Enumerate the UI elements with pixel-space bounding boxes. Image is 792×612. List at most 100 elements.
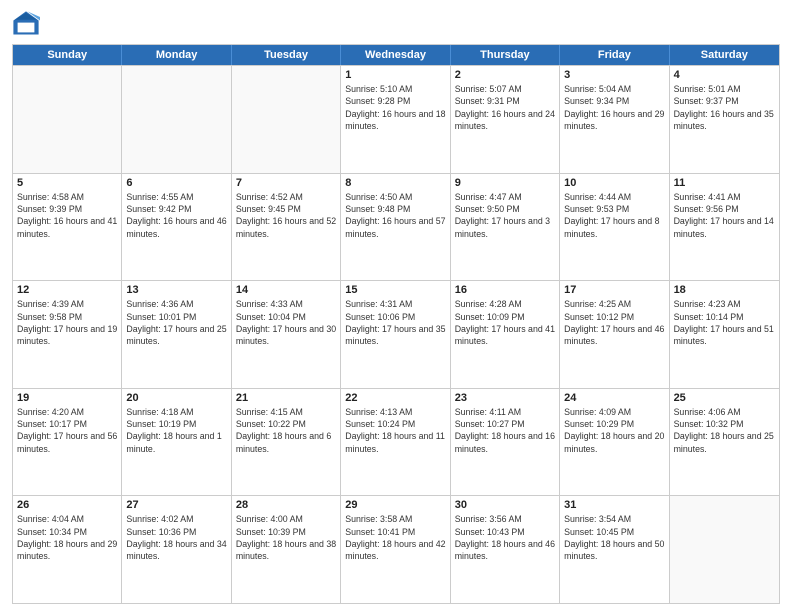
calendar-cell: 31 Sunrise: 3:54 AM Sunset: 10:45 PM Dayl… xyxy=(560,496,669,603)
day-number: 4 xyxy=(674,69,775,81)
calendar-cell: 22 Sunrise: 4:13 AM Sunset: 10:24 PM Dayl… xyxy=(341,389,450,496)
day-info: Sunrise: 4:06 AM Sunset: 10:32 PM Daylig… xyxy=(674,406,775,455)
day-info: Sunrise: 5:01 AM Sunset: 9:37 PM Dayligh… xyxy=(674,83,775,132)
calendar-cell: 28 Sunrise: 4:00 AM Sunset: 10:39 PM Dayl… xyxy=(232,496,341,603)
day-number: 24 xyxy=(564,392,664,404)
day-info: Sunrise: 4:25 AM Sunset: 10:12 PM Daylig… xyxy=(564,298,664,347)
day-info: Sunrise: 4:39 AM Sunset: 9:58 PM Dayligh… xyxy=(17,298,117,347)
day-info: Sunrise: 5:04 AM Sunset: 9:34 PM Dayligh… xyxy=(564,83,664,132)
day-number: 2 xyxy=(455,69,555,81)
day-info: Sunrise: 4:04 AM Sunset: 10:34 PM Daylig… xyxy=(17,513,117,562)
calendar-cell: 12 Sunrise: 4:39 AM Sunset: 9:58 PM Dayli… xyxy=(13,281,122,388)
calendar-row: 26 Sunrise: 4:04 AM Sunset: 10:34 PM Dayl… xyxy=(13,495,779,603)
day-number: 5 xyxy=(17,177,117,189)
day-info: Sunrise: 4:31 AM Sunset: 10:06 PM Daylig… xyxy=(345,298,445,347)
calendar-body: 1 Sunrise: 5:10 AM Sunset: 9:28 PM Daylig… xyxy=(13,65,779,603)
day-number: 20 xyxy=(126,392,226,404)
day-number: 15 xyxy=(345,284,445,296)
calendar-cell: 26 Sunrise: 4:04 AM Sunset: 10:34 PM Dayl… xyxy=(13,496,122,603)
day-number: 19 xyxy=(17,392,117,404)
weekday-header: Sunday xyxy=(13,45,122,65)
logo-icon xyxy=(12,10,40,38)
day-number: 27 xyxy=(126,499,226,511)
day-info: Sunrise: 4:36 AM Sunset: 10:01 PM Daylig… xyxy=(126,298,226,347)
calendar-cell: 9 Sunrise: 4:47 AM Sunset: 9:50 PM Daylig… xyxy=(451,174,560,281)
calendar-cell: 5 Sunrise: 4:58 AM Sunset: 9:39 PM Daylig… xyxy=(13,174,122,281)
day-number: 31 xyxy=(564,499,664,511)
day-number: 18 xyxy=(674,284,775,296)
calendar-cell: 24Sunrise: 4:09 AM Sunset: 10:29 PM Dayl… xyxy=(560,389,669,496)
day-info: Sunrise: 4:00 AM Sunset: 10:39 PM Daylig… xyxy=(236,513,336,562)
calendar-cell: 14Sunrise: 4:33 AM Sunset: 10:04 PM Dayl… xyxy=(232,281,341,388)
calendar-cell: 27 Sunrise: 4:02 AM Sunset: 10:36 PM Dayl… xyxy=(122,496,231,603)
calendar-cell: 23 Sunrise: 4:11 AM Sunset: 10:27 PM Dayl… xyxy=(451,389,560,496)
day-number: 22 xyxy=(345,392,445,404)
day-info: Sunrise: 4:52 AM Sunset: 9:45 PM Dayligh… xyxy=(236,191,336,240)
day-info: Sunrise: 4:23 AM Sunset: 10:14 PM Daylig… xyxy=(674,298,775,347)
day-number: 8 xyxy=(345,177,445,189)
calendar-row: 1 Sunrise: 5:10 AM Sunset: 9:28 PM Daylig… xyxy=(13,65,779,173)
day-number: 28 xyxy=(236,499,336,511)
calendar-cell: 19 Sunrise: 4:20 AM Sunset: 10:17 PM Dayl… xyxy=(13,389,122,496)
day-info: Sunrise: 4:18 AM Sunset: 10:19 PM Daylig… xyxy=(126,406,226,455)
day-info: Sunrise: 4:55 AM Sunset: 9:42 PM Dayligh… xyxy=(126,191,226,240)
calendar-cell xyxy=(232,66,341,173)
day-info: Sunrise: 4:11 AM Sunset: 10:27 PM Daylig… xyxy=(455,406,555,455)
day-number: 1 xyxy=(345,69,445,81)
logo xyxy=(12,10,44,38)
weekday-header: Wednesday xyxy=(341,45,450,65)
calendar-cell: 25 Sunrise: 4:06 AM Sunset: 10:32 PM Dayl… xyxy=(670,389,779,496)
day-number: 10 xyxy=(564,177,664,189)
calendar-cell: 11 Sunrise: 4:41 AM Sunset: 9:56 PM Dayli… xyxy=(670,174,779,281)
calendar-cell: 15 Sunrise: 4:31 AM Sunset: 10:06 PM Dayl… xyxy=(341,281,450,388)
weekday-header: Friday xyxy=(560,45,669,65)
calendar-cell: 20 Sunrise: 4:18 AM Sunset: 10:19 PM Dayl… xyxy=(122,389,231,496)
calendar-cell: 16Sunrise: 4:28 AM Sunset: 10:09 PM Dayl… xyxy=(451,281,560,388)
header xyxy=(12,10,780,38)
day-info: Sunrise: 4:58 AM Sunset: 9:39 PM Dayligh… xyxy=(17,191,117,240)
day-number: 11 xyxy=(674,177,775,189)
calendar-cell: 30 Sunrise: 3:56 AM Sunset: 10:43 PM Dayl… xyxy=(451,496,560,603)
day-number: 25 xyxy=(674,392,775,404)
day-number: 26 xyxy=(17,499,117,511)
day-number: 23 xyxy=(455,392,555,404)
weekday-header: Thursday xyxy=(451,45,560,65)
day-number: 17 xyxy=(564,284,664,296)
day-info: Sunrise: 3:56 AM Sunset: 10:43 PM Daylig… xyxy=(455,513,555,562)
day-number: 12 xyxy=(17,284,117,296)
page: SundayMondayTuesdayWednesdayThursdayFrid… xyxy=(0,0,792,612)
day-number: 14 xyxy=(236,284,336,296)
calendar-header: SundayMondayTuesdayWednesdayThursdayFrid… xyxy=(13,45,779,65)
calendar-cell: 17 Sunrise: 4:25 AM Sunset: 10:12 PM Dayl… xyxy=(560,281,669,388)
calendar: SundayMondayTuesdayWednesdayThursdayFrid… xyxy=(12,44,780,604)
day-info: Sunrise: 3:54 AM Sunset: 10:45 PM Daylig… xyxy=(564,513,664,562)
calendar-row: 5 Sunrise: 4:58 AM Sunset: 9:39 PM Daylig… xyxy=(13,173,779,281)
day-info: Sunrise: 4:13 AM Sunset: 10:24 PM Daylig… xyxy=(345,406,445,455)
day-number: 16 xyxy=(455,284,555,296)
calendar-cell: 10 Sunrise: 4:44 AM Sunset: 9:53 PM Dayli… xyxy=(560,174,669,281)
day-number: 7 xyxy=(236,177,336,189)
day-number: 13 xyxy=(126,284,226,296)
day-info: Sunrise: 4:02 AM Sunset: 10:36 PM Daylig… xyxy=(126,513,226,562)
calendar-cell: 8 Sunrise: 4:50 AM Sunset: 9:48 PM Daylig… xyxy=(341,174,450,281)
weekday-header: Saturday xyxy=(670,45,779,65)
day-number: 30 xyxy=(455,499,555,511)
calendar-cell: 21Sunrise: 4:15 AM Sunset: 10:22 PM Dayl… xyxy=(232,389,341,496)
day-number: 3 xyxy=(564,69,664,81)
calendar-row: 12 Sunrise: 4:39 AM Sunset: 9:58 PM Dayli… xyxy=(13,280,779,388)
day-info: Sunrise: 5:07 AM Sunset: 9:31 PM Dayligh… xyxy=(455,83,555,132)
calendar-cell xyxy=(122,66,231,173)
day-info: Sunrise: 4:44 AM Sunset: 9:53 PM Dayligh… xyxy=(564,191,664,240)
day-info: Sunrise: 4:50 AM Sunset: 9:48 PM Dayligh… xyxy=(345,191,445,240)
weekday-header: Tuesday xyxy=(232,45,341,65)
day-number: 29 xyxy=(345,499,445,511)
day-info: Sunrise: 4:20 AM Sunset: 10:17 PM Daylig… xyxy=(17,406,117,455)
weekday-header: Monday xyxy=(122,45,231,65)
day-info: Sunrise: 4:47 AM Sunset: 9:50 PM Dayligh… xyxy=(455,191,555,240)
calendar-cell: 29Sunrise: 3:58 AM Sunset: 10:41 PM Dayl… xyxy=(341,496,450,603)
day-info: Sunrise: 5:10 AM Sunset: 9:28 PM Dayligh… xyxy=(345,83,445,132)
day-number: 9 xyxy=(455,177,555,189)
day-number: 6 xyxy=(126,177,226,189)
calendar-cell: 6 Sunrise: 4:55 AM Sunset: 9:42 PM Daylig… xyxy=(122,174,231,281)
day-info: Sunrise: 4:41 AM Sunset: 9:56 PM Dayligh… xyxy=(674,191,775,240)
